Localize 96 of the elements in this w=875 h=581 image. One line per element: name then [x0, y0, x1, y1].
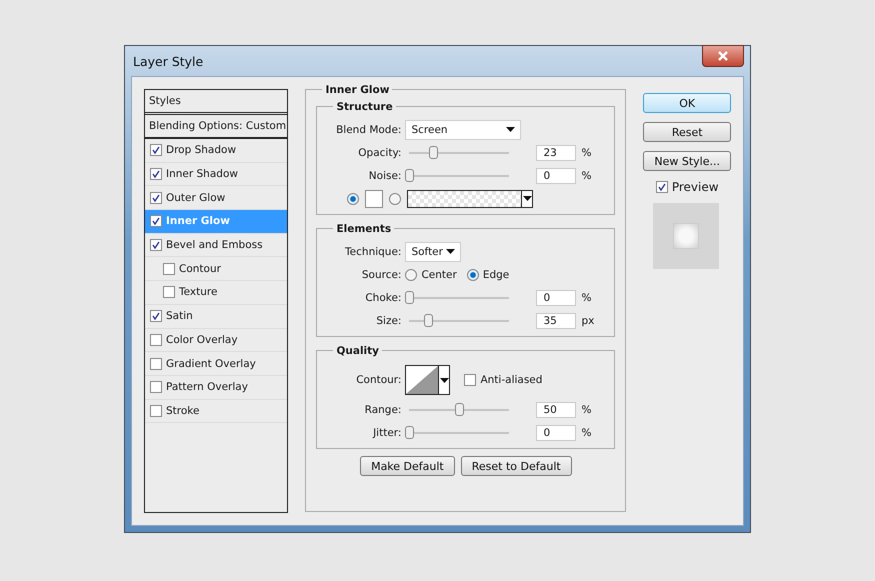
field-label: Size: — [375, 314, 402, 326]
color-swatch[interactable] — [365, 190, 384, 208]
action-button[interactable]: OK — [643, 93, 732, 113]
list-item[interactable]: Gradient Overlay — [145, 352, 288, 376]
list-item[interactable]: Inner Shadow — [145, 162, 288, 186]
item-label: Drop Shadow — [166, 144, 236, 156]
item-label: Bevel and Emboss — [166, 239, 263, 252]
field-label: Noise: — [368, 170, 402, 182]
checkbox[interactable] — [150, 310, 162, 322]
item-label: Contour — [179, 262, 221, 275]
checkbox[interactable] — [150, 192, 162, 204]
item-label: Satin — [166, 310, 193, 322]
input-field[interactable]: 0 — [536, 424, 576, 440]
field-label: Source: — [360, 268, 402, 280]
field-label: Blend Mode: — [335, 124, 402, 136]
option-label: Edge — [482, 268, 510, 280]
caret-icon — [522, 196, 532, 201]
list-item[interactable]: Contour — [145, 257, 288, 282]
slider-thumb[interactable] — [424, 314, 434, 326]
item-label: Color Overlay — [166, 334, 238, 346]
input-field[interactable]: 23 — [536, 144, 576, 160]
item-label: Inner Glow — [166, 215, 230, 228]
input-field[interactable]: 50 — [536, 402, 576, 418]
option-label: Anti-aliased — [480, 374, 542, 386]
close-button[interactable] — [702, 45, 744, 67]
item-label: Inner Shadow — [166, 168, 238, 180]
contour-picker[interactable] — [405, 365, 450, 395]
group-title: Elements — [333, 223, 394, 235]
item-label: Pattern Overlay — [166, 381, 248, 394]
action-button[interactable]: New Style... — [643, 151, 732, 171]
slider-thumb[interactable] — [405, 168, 414, 182]
field-label: Contour: — [355, 374, 402, 386]
checkbox[interactable] — [464, 374, 476, 386]
caret-icon — [446, 249, 456, 254]
field-label: Opacity: — [357, 146, 402, 158]
caret-icon — [440, 378, 449, 382]
unit-label: % — [581, 292, 592, 304]
panel-title: Inner Glow — [322, 84, 392, 96]
list-header[interactable]: Styles — [145, 90, 288, 115]
list-item[interactable]: Stroke — [145, 400, 288, 424]
checkbox[interactable] — [150, 358, 162, 370]
checkbox[interactable] — [150, 144, 162, 156]
radio-button[interactable] — [405, 268, 418, 280]
item-label: Stroke — [166, 404, 200, 417]
checkbox[interactable] — [150, 404, 162, 417]
option-label: Center — [421, 268, 457, 280]
group-title: Quality — [333, 345, 382, 357]
slider-thumb[interactable] — [429, 146, 438, 158]
unit-label: % — [581, 146, 592, 158]
checkbox[interactable] — [150, 381, 162, 394]
checkbox[interactable] — [150, 168, 162, 180]
item-label: Texture — [179, 286, 218, 298]
field-label: Choke: — [364, 292, 402, 304]
radio-button[interactable] — [466, 268, 479, 280]
radio-button[interactable] — [389, 192, 402, 204]
field-label: Technique: — [344, 246, 402, 258]
checkbox[interactable] — [150, 239, 162, 252]
input-field[interactable]: 0 — [536, 168, 576, 184]
gradient-picker[interactable] — [407, 190, 534, 208]
checkbox[interactable] — [150, 215, 162, 228]
list-item[interactable]: Color Overlay — [145, 328, 288, 352]
field-label: Range: — [364, 404, 402, 416]
slider-thumb[interactable] — [455, 402, 464, 416]
unit-label: px — [581, 314, 594, 326]
list-item[interactable]: Satin — [145, 304, 288, 328]
radio-button[interactable] — [347, 192, 360, 204]
window-title: Layer Style — [133, 54, 204, 68]
group-title: Structure — [333, 101, 396, 113]
dropdown[interactable]: Softer — [405, 242, 462, 262]
list-item[interactable]: Blending Options: Custom — [145, 115, 288, 139]
default-button[interactable]: Reset to Default — [460, 456, 572, 476]
unit-label: % — [581, 426, 592, 438]
checkbox[interactable] — [150, 334, 162, 346]
checkbox[interactable] — [163, 262, 175, 275]
unit-label: % — [581, 404, 592, 416]
close-icon — [717, 51, 729, 61]
action-button[interactable]: Reset — [643, 122, 732, 142]
field-label: Jitter: — [372, 426, 402, 438]
list-item[interactable]: Drop Shadow — [145, 139, 288, 163]
input-field[interactable]: 0 — [536, 290, 576, 306]
preview-thumbnail — [653, 203, 720, 269]
item-label: Gradient Overlay — [166, 358, 256, 370]
checkbox[interactable] — [163, 286, 175, 298]
dropdown[interactable]: Screen — [405, 120, 522, 140]
item-label: Outer Glow — [166, 192, 226, 204]
list-item[interactable]: Bevel and Emboss — [145, 234, 288, 258]
slider-thumb[interactable] — [405, 290, 414, 304]
unit-label: % — [581, 170, 592, 182]
default-button[interactable]: Make Default — [360, 456, 455, 476]
caret-icon — [506, 127, 516, 132]
list-item[interactable]: Texture — [145, 281, 288, 305]
slider-thumb[interactable] — [405, 426, 414, 438]
input-field[interactable]: 35 — [536, 312, 576, 328]
list-item[interactable]: Pattern Overlay — [145, 376, 288, 400]
preview-label: Preview — [672, 180, 719, 194]
checkbox[interactable] — [656, 181, 668, 193]
